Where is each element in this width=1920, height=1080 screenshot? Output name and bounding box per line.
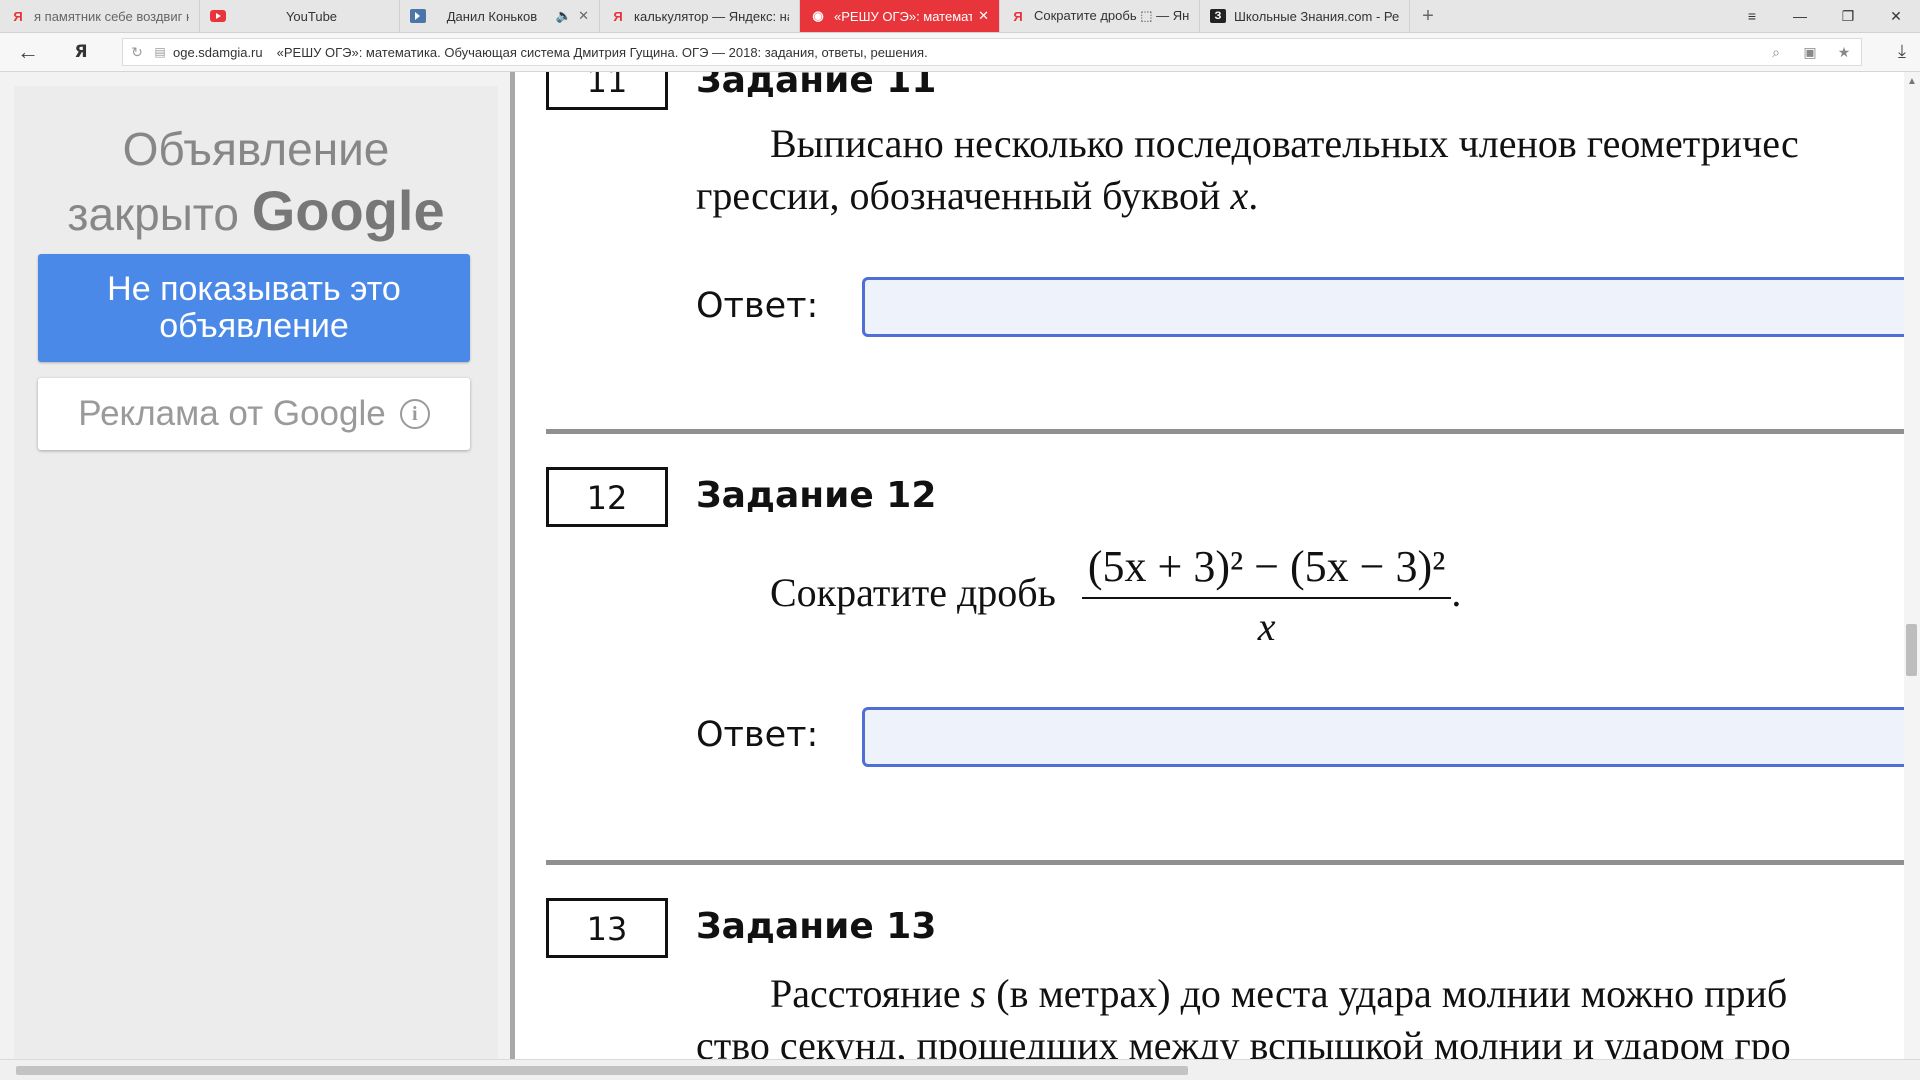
reload-icon[interactable]: ↻	[123, 44, 151, 61]
sdamgia-icon: ◉	[812, 8, 824, 23]
task-text-prompt: Сократите дробь	[770, 570, 1056, 616]
zoom-icon[interactable]: ⌕	[1759, 44, 1793, 61]
scrollbar-thumb[interactable]	[16, 1066, 1188, 1075]
tab-strip: Я я памятник себе воздвиг нерукотворный …	[0, 0, 1920, 33]
ad-closed-line2: закрыто	[67, 188, 239, 240]
task-number-box: 12	[546, 467, 668, 527]
close-window-icon[interactable]: ✕	[1872, 0, 1920, 32]
ads-by-google-label: Реклама от Google	[78, 394, 386, 433]
yandex-icon: Я	[613, 8, 623, 24]
site-info-icon[interactable]: ▤	[151, 45, 169, 59]
restore-icon[interactable]: ❐	[1824, 0, 1872, 32]
hide-ad-button[interactable]: Не показывать это объявление	[38, 254, 470, 362]
task-text-line2: ство секунд, прошедших между вспышкой мо…	[696, 1023, 1791, 1060]
protect-icon[interactable]: ▣	[1793, 44, 1827, 61]
variable-s: s	[970, 971, 987, 1016]
new-tab-button[interactable]: +	[1410, 0, 1446, 32]
tab-calculator[interactable]: Я калькулятор — Яндекс: нашлось	[600, 0, 800, 32]
task-title: Задание 13	[696, 906, 937, 947]
task-text: Выписано несколько последовательных член…	[696, 118, 1799, 222]
left-ad-column: Объявление закрыто Google Не показывать …	[0, 72, 512, 1060]
task-text-line1-end: (в метрах) до места удара молнии можно п…	[986, 971, 1788, 1016]
tab-znanija[interactable]: З Школьные Знания.com - Решаем	[1200, 0, 1410, 32]
task-number-box: 11	[546, 72, 668, 110]
url-field[interactable]: ↻ ▤ oge.sdamgia.ru «РЕШУ ОГЭ»: математик…	[122, 38, 1862, 66]
ad-panel: Объявление закрыто Google Не показывать …	[14, 86, 498, 1060]
task-text-line2-end: .	[1248, 173, 1259, 218]
bookmark-star-icon[interactable]: ★	[1827, 44, 1861, 61]
back-arrow-icon[interactable]: ←	[0, 39, 56, 65]
fraction: (5x + 3)² − (5x − 3)² x	[1081, 541, 1452, 653]
task-number-box: 13	[546, 898, 668, 958]
tab-title: Сократите дробь ⬚ — Яндекс	[1034, 8, 1189, 23]
tab-title: я памятник себе воздвиг нерукотворный	[34, 8, 189, 24]
yandex-logo-button[interactable]: Я	[56, 42, 106, 62]
yandex-icon: Я	[1013, 8, 1023, 24]
answer-label: Ответ:	[696, 715, 819, 755]
tab-title: YouTube	[285, 8, 338, 24]
tab-title: «РЕШУ ОГЭ»: математика	[834, 8, 972, 24]
google-logo: Google	[251, 179, 445, 242]
task-text-line2-start: грессии, обозначенный буквой	[696, 173, 1231, 218]
address-bar: ← Я ↻ ▤ oge.sdamgia.ru «РЕШУ ОГЭ»: матем…	[0, 33, 1920, 72]
speaker-icon[interactable]: 🔈	[556, 8, 572, 24]
task-text: Расстояние s (в метрах) до места удара м…	[696, 968, 1791, 1060]
tab-title: Школьные Знания.com - Решаем	[1234, 8, 1399, 24]
menu-icon[interactable]: ≡	[1728, 0, 1776, 32]
tab-title: калькулятор — Яндекс: нашлось	[634, 8, 789, 24]
znanija-icon: З	[1210, 9, 1226, 23]
vk-player-icon	[410, 9, 426, 23]
omnibox-actions: ⌕ ▣ ★	[1759, 39, 1861, 65]
ad-closed-line2-wrap: закрыто Google	[14, 180, 498, 245]
tab-danil-konkov[interactable]: Данил Коньков 🔈 ✕	[400, 0, 600, 32]
url-page-title: «РЕШУ ОГЭ»: математика. Обучающая систем…	[276, 44, 928, 60]
download-icon[interactable]: ⤓	[1898, 41, 1906, 62]
task-text-line1-start: Расстояние	[770, 971, 971, 1016]
answer-input-12[interactable]	[862, 707, 1904, 767]
task-text-line1: Расстояние s (в метрах) до места удара м…	[696, 968, 1791, 1020]
tab-youtube[interactable]: YouTube	[200, 0, 400, 32]
fraction-denominator: x	[1257, 604, 1276, 649]
scroll-up-icon[interactable]: ▲	[1907, 76, 1917, 87]
close-tab-icon[interactable]: ✕	[978, 8, 989, 24]
answer-input-11[interactable]	[862, 277, 1904, 337]
tab-title: Данил Коньков	[446, 8, 538, 24]
task-text: Сократите дробь (5x + 3)² − (5x − 3)² x.	[696, 541, 1461, 653]
window-controls: ≡ — ❐ ✕	[1728, 0, 1920, 32]
ads-by-google-button[interactable]: Реклама от Google i	[38, 378, 470, 450]
info-icon: i	[399, 399, 430, 429]
minimize-icon[interactable]: —	[1776, 0, 1824, 32]
task-separator	[546, 429, 1904, 434]
task-text-line1: Выписано несколько последовательных член…	[770, 121, 1799, 166]
scrollbar-thumb[interactable]	[1906, 624, 1917, 676]
answer-label: Ответ:	[696, 286, 819, 326]
vertical-scrollbar[interactable]: ▲	[1904, 72, 1920, 1060]
task-title: Задание 11	[696, 72, 937, 101]
tab-pamyatnik[interactable]: Я я памятник себе воздвиг нерукотворный	[0, 0, 200, 32]
task-text-line2: грессии, обозначенный буквой x.	[696, 170, 1799, 222]
ad-closed-line1: Объявление	[122, 123, 390, 175]
horizontal-scrollbar[interactable]	[0, 1059, 1920, 1080]
url-domain: oge.sdamgia.ru	[173, 44, 263, 60]
task-separator	[546, 860, 1904, 865]
ad-closed-notice: Объявление закрыто Google	[14, 118, 498, 245]
column-divider	[510, 72, 515, 1060]
task-text-end: .	[1451, 570, 1462, 616]
yandex-icon: Я	[13, 8, 23, 24]
close-tab-icon[interactable]: ✕	[578, 8, 589, 24]
task-title: Задание 12	[696, 475, 937, 516]
tasks-content: 11 Задание 11 Выписано несколько последо…	[516, 72, 1904, 1060]
tab-reshu-oge[interactable]: ◉ «РЕШУ ОГЭ»: математика ✕	[800, 0, 1000, 32]
variable-x: x	[1230, 173, 1249, 218]
youtube-icon	[210, 10, 226, 22]
tab-sokratite-drob[interactable]: Я Сократите дробь ⬚ — Яндекс	[1000, 0, 1200, 32]
fraction-numerator: (5x + 3)² − (5x − 3)²	[1081, 541, 1452, 599]
